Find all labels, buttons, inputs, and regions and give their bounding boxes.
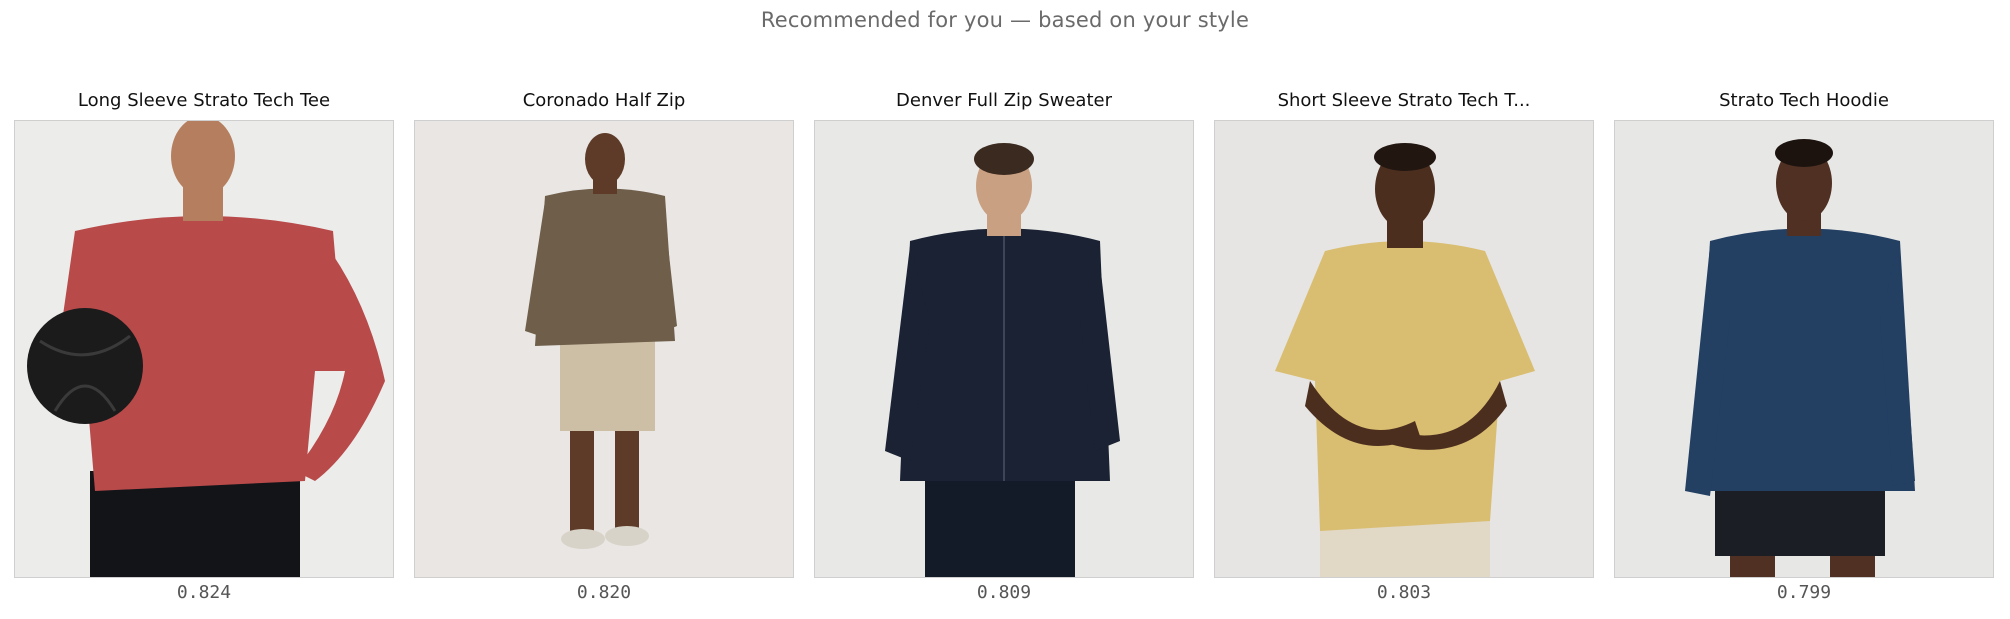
product-title[interactable]: Coronado Half Zip: [404, 90, 804, 114]
model-photo-3: [1215, 121, 1593, 577]
product-image[interactable]: [414, 120, 794, 578]
similarity-score: 0.803: [1376, 582, 1432, 603]
similarity-score: 0.809: [976, 582, 1032, 603]
model-photo-4: [1615, 121, 1993, 577]
model-photo-0: [15, 121, 393, 577]
product-title[interactable]: Short Sleeve Strato Tech T...: [1204, 90, 1604, 114]
product-grid: Long Sleeve Strato Tech Tee 0.824 Corona…: [14, 90, 1996, 610]
product-card[interactable]: Long Sleeve Strato Tech Tee 0.824: [14, 90, 394, 610]
product-image[interactable]: [814, 120, 1194, 578]
product-image[interactable]: [14, 120, 394, 578]
product-card[interactable]: Denver Full Zip Sweater 0.809: [814, 90, 1194, 610]
recommendation-heading: Recommended for you — based on your styl…: [760, 8, 1250, 32]
product-card[interactable]: Coronado Half Zip 0.820: [414, 90, 794, 610]
product-title[interactable]: Strato Tech Hoodie: [1604, 90, 2004, 114]
product-title[interactable]: Long Sleeve Strato Tech Tee: [4, 90, 404, 114]
product-title[interactable]: Denver Full Zip Sweater: [804, 90, 1204, 114]
similarity-score: 0.820: [576, 582, 632, 603]
product-image[interactable]: [1614, 120, 1994, 578]
similarity-score: 0.799: [1776, 582, 1832, 603]
product-card[interactable]: Strato Tech Hoodie 0.799: [1614, 90, 1994, 610]
product-card[interactable]: Short Sleeve Strato Tech T... 0.803: [1214, 90, 1594, 610]
model-photo-2: [815, 121, 1193, 577]
model-photo-1: [415, 121, 793, 577]
product-image[interactable]: [1214, 120, 1594, 578]
similarity-score: 0.824: [176, 582, 232, 603]
